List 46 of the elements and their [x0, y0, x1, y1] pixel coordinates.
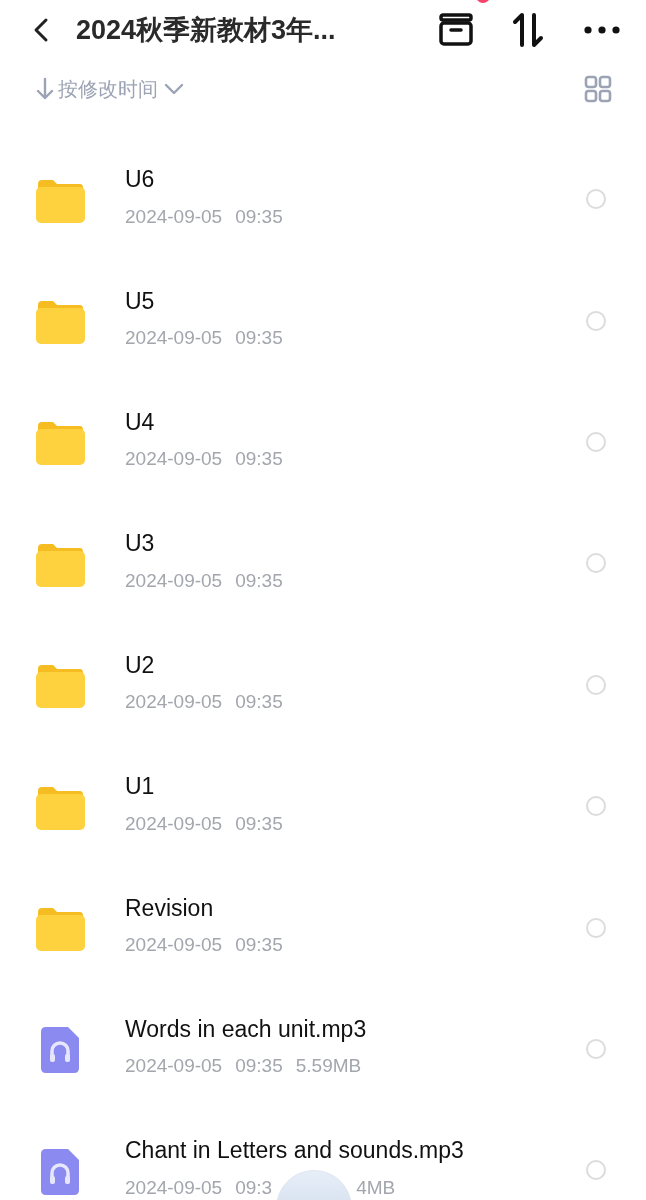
- folder-icon: [34, 177, 85, 224]
- sort-order-button[interactable]: 按修改时间: [36, 74, 184, 104]
- file-name: U2: [125, 650, 156, 680]
- modified-time: 09:3: [235, 1175, 273, 1200]
- modified-date: 2024-09-05: [125, 1054, 223, 1079]
- modified-time: 09:35: [235, 933, 283, 958]
- modified-time: 09:35: [235, 204, 283, 229]
- modified-date: 2024-09-05: [125, 447, 223, 472]
- modified-date: 2024-09-05: [125, 326, 223, 351]
- file-size: 4MB: [356, 1175, 396, 1200]
- modified-date: 2024-09-05: [125, 933, 223, 958]
- modified-time: 09:35: [235, 568, 283, 593]
- file-name: U1: [125, 772, 156, 802]
- modified-date: 2024-09-05: [125, 204, 223, 229]
- file-name: U6: [125, 165, 156, 195]
- folder-icon: [34, 541, 85, 588]
- file-name: Chant in Letters and sounds.mp3: [125, 1136, 465, 1166]
- modified-time: 09:35: [235, 811, 283, 836]
- modified-time: 09:35: [235, 326, 283, 351]
- modified-date: 2024-09-05: [125, 690, 223, 715]
- audio-file-icon: [40, 1027, 79, 1074]
- file-name: U5: [125, 286, 156, 316]
- folder-icon: [34, 299, 85, 346]
- audio-file-icon: [40, 1148, 79, 1195]
- modified-date: 2024-09-05: [125, 1175, 223, 1200]
- chevron-down-icon: [164, 83, 184, 95]
- file-name: Revision: [125, 893, 215, 923]
- arrow-down-icon: [36, 77, 54, 101]
- folder-icon: [34, 420, 85, 467]
- file-name: U3: [125, 529, 156, 559]
- modified-date: 2024-09-05: [125, 568, 223, 593]
- folder-icon: [34, 784, 85, 831]
- modified-time: 09:35: [235, 447, 283, 472]
- window-title: 2024秋季新教材3年...: [76, 13, 336, 47]
- file-name: U4: [125, 407, 156, 437]
- folder-icon: [34, 906, 85, 953]
- sort-icon[interactable]: [512, 12, 544, 48]
- modified-date: 2024-09-05: [125, 811, 223, 836]
- modified-time: 09:35: [235, 1054, 283, 1079]
- archive-icon[interactable]: [438, 13, 474, 47]
- file-size: 5.59MB: [295, 1054, 362, 1079]
- modified-time: 09:35: [235, 690, 283, 715]
- folder-icon: [34, 663, 85, 710]
- grid-view-icon[interactable]: [584, 75, 612, 103]
- more-icon[interactable]: [584, 26, 620, 34]
- file-name: Words in each unit.mp3: [125, 1014, 368, 1044]
